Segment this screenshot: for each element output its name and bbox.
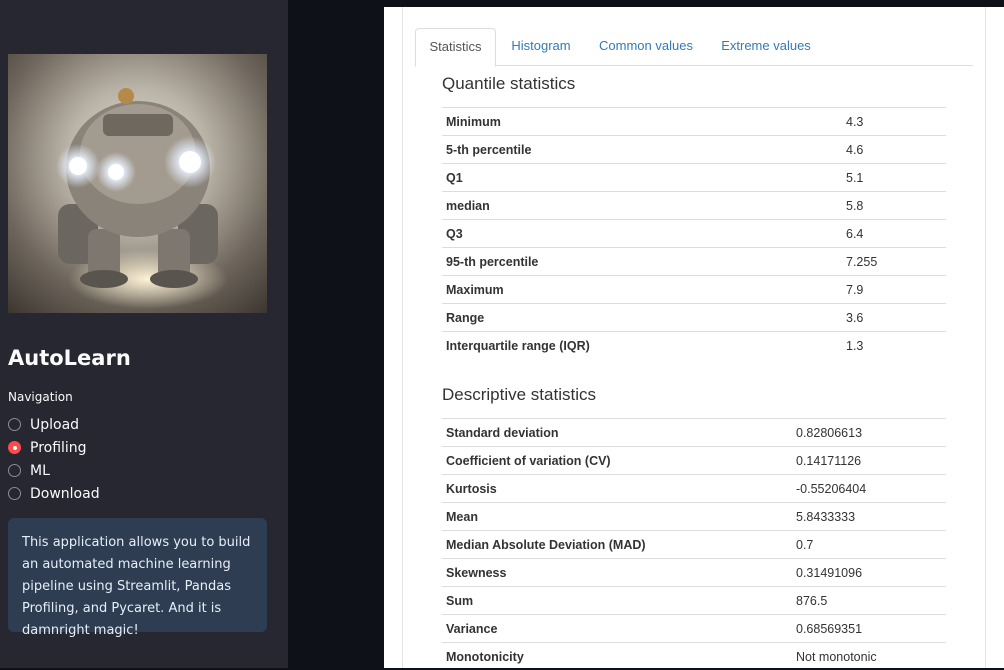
stat-label: Coefficient of variation (CV) (442, 447, 792, 475)
stat-value: 6.4 (842, 220, 946, 248)
stat-label: Standard deviation (442, 419, 792, 447)
table-row: Median Absolute Deviation (MAD)0.7 (442, 531, 946, 559)
info-box: This application allows you to build an … (8, 518, 267, 632)
tab-common-values[interactable]: Common values (591, 28, 701, 66)
stat-label: Median Absolute Deviation (MAD) (442, 531, 792, 559)
stat-value: 7.9 (842, 276, 946, 304)
stat-value: 5.8 (842, 192, 946, 220)
table-row: Mean5.8433333 (442, 503, 946, 531)
stat-label: Skewness (442, 559, 792, 587)
table-row: 5-th percentile4.6 (442, 136, 946, 164)
tab-extreme-values[interactable]: Extreme values (712, 28, 820, 66)
stat-value: 0.31491096 (792, 559, 946, 587)
stat-value: 7.255 (842, 248, 946, 276)
stat-label: Monotonicity (442, 643, 792, 670)
nav-option-label: Upload (30, 417, 79, 433)
table-row: Q15.1 (442, 164, 946, 192)
nav-option-download[interactable]: Download (8, 482, 100, 505)
stat-label: Maximum (442, 276, 842, 304)
stat-label: 95-th percentile (442, 248, 842, 276)
stat-value: Not monotonic (792, 643, 946, 670)
stat-value: 3.6 (842, 304, 946, 332)
descriptive-statistics-title: Descriptive statistics (442, 385, 596, 405)
stat-value: -0.55206404 (792, 475, 946, 503)
stat-value: 0.68569351 (792, 615, 946, 643)
navigation-radio-group: Upload Profiling ML Download (8, 413, 100, 505)
stat-label: Sum (442, 587, 792, 615)
table-row: Interquartile range (IQR)1.3 (442, 332, 946, 360)
sidebar: AutoLearn Navigation Upload Profiling ML… (0, 0, 288, 668)
stat-value: 4.3 (842, 108, 946, 136)
quantile-statistics-table: Minimum4.35-th percentile4.6Q15.1median5… (442, 107, 946, 359)
tab-statistics[interactable]: Statistics (415, 28, 496, 67)
nav-option-label: ML (30, 463, 50, 479)
stat-value: 1.3 (842, 332, 946, 360)
stat-value: 876.5 (792, 587, 946, 615)
table-row: Minimum4.3 (442, 108, 946, 136)
table-row: Coefficient of variation (CV)0.14171126 (442, 447, 946, 475)
stat-value: 5.1 (842, 164, 946, 192)
nav-option-label: Download (30, 486, 100, 502)
radio-unselected-icon[interactable] (8, 464, 21, 477)
stat-value: 0.14171126 (792, 447, 946, 475)
radio-unselected-icon[interactable] (8, 487, 21, 500)
quantile-statistics-title: Quantile statistics (442, 74, 575, 94)
table-row: Maximum7.9 (442, 276, 946, 304)
table-row: Variance0.68569351 (442, 615, 946, 643)
stat-value: 4.6 (842, 136, 946, 164)
table-row: median5.8 (442, 192, 946, 220)
robot-illustration (8, 54, 267, 313)
radio-unselected-icon[interactable] (8, 418, 21, 431)
stat-label: Interquartile range (IQR) (442, 332, 842, 360)
tab-bar: Statistics Histogram Common values Extre… (415, 28, 973, 66)
nav-option-ml[interactable]: ML (8, 459, 100, 482)
stat-label: Range (442, 304, 842, 332)
descriptive-statistics-table: Standard deviation0.82806613Coefficient … (442, 418, 946, 670)
stat-value: 0.82806613 (792, 419, 946, 447)
tab-histogram[interactable]: Histogram (502, 28, 580, 66)
radio-selected-icon[interactable] (8, 441, 21, 454)
nav-option-label: Profiling (30, 440, 87, 456)
stat-label: Q3 (442, 220, 842, 248)
app-title: AutoLearn (8, 346, 131, 370)
hero-image (8, 54, 267, 313)
table-row: Skewness0.31491096 (442, 559, 946, 587)
table-row: Q36.4 (442, 220, 946, 248)
profile-report-panel: Statistics Histogram Common values Extre… (384, 7, 1004, 668)
table-row: 95-th percentile7.255 (442, 248, 946, 276)
stat-label: Minimum (442, 108, 842, 136)
stat-label: 5-th percentile (442, 136, 842, 164)
table-row: Sum876.5 (442, 587, 946, 615)
stat-label: Variance (442, 615, 792, 643)
table-row: Kurtosis-0.55206404 (442, 475, 946, 503)
table-row: Range3.6 (442, 304, 946, 332)
nav-option-upload[interactable]: Upload (8, 413, 100, 436)
stat-label: median (442, 192, 842, 220)
stat-value: 0.7 (792, 531, 946, 559)
nav-option-profiling[interactable]: Profiling (8, 436, 100, 459)
table-row: MonotonicityNot monotonic (442, 643, 946, 670)
stat-label: Q1 (442, 164, 842, 192)
table-row: Standard deviation0.82806613 (442, 419, 946, 447)
stat-label: Mean (442, 503, 792, 531)
stat-label: Kurtosis (442, 475, 792, 503)
navigation-label: Navigation (8, 390, 73, 404)
stat-value: 5.8433333 (792, 503, 946, 531)
